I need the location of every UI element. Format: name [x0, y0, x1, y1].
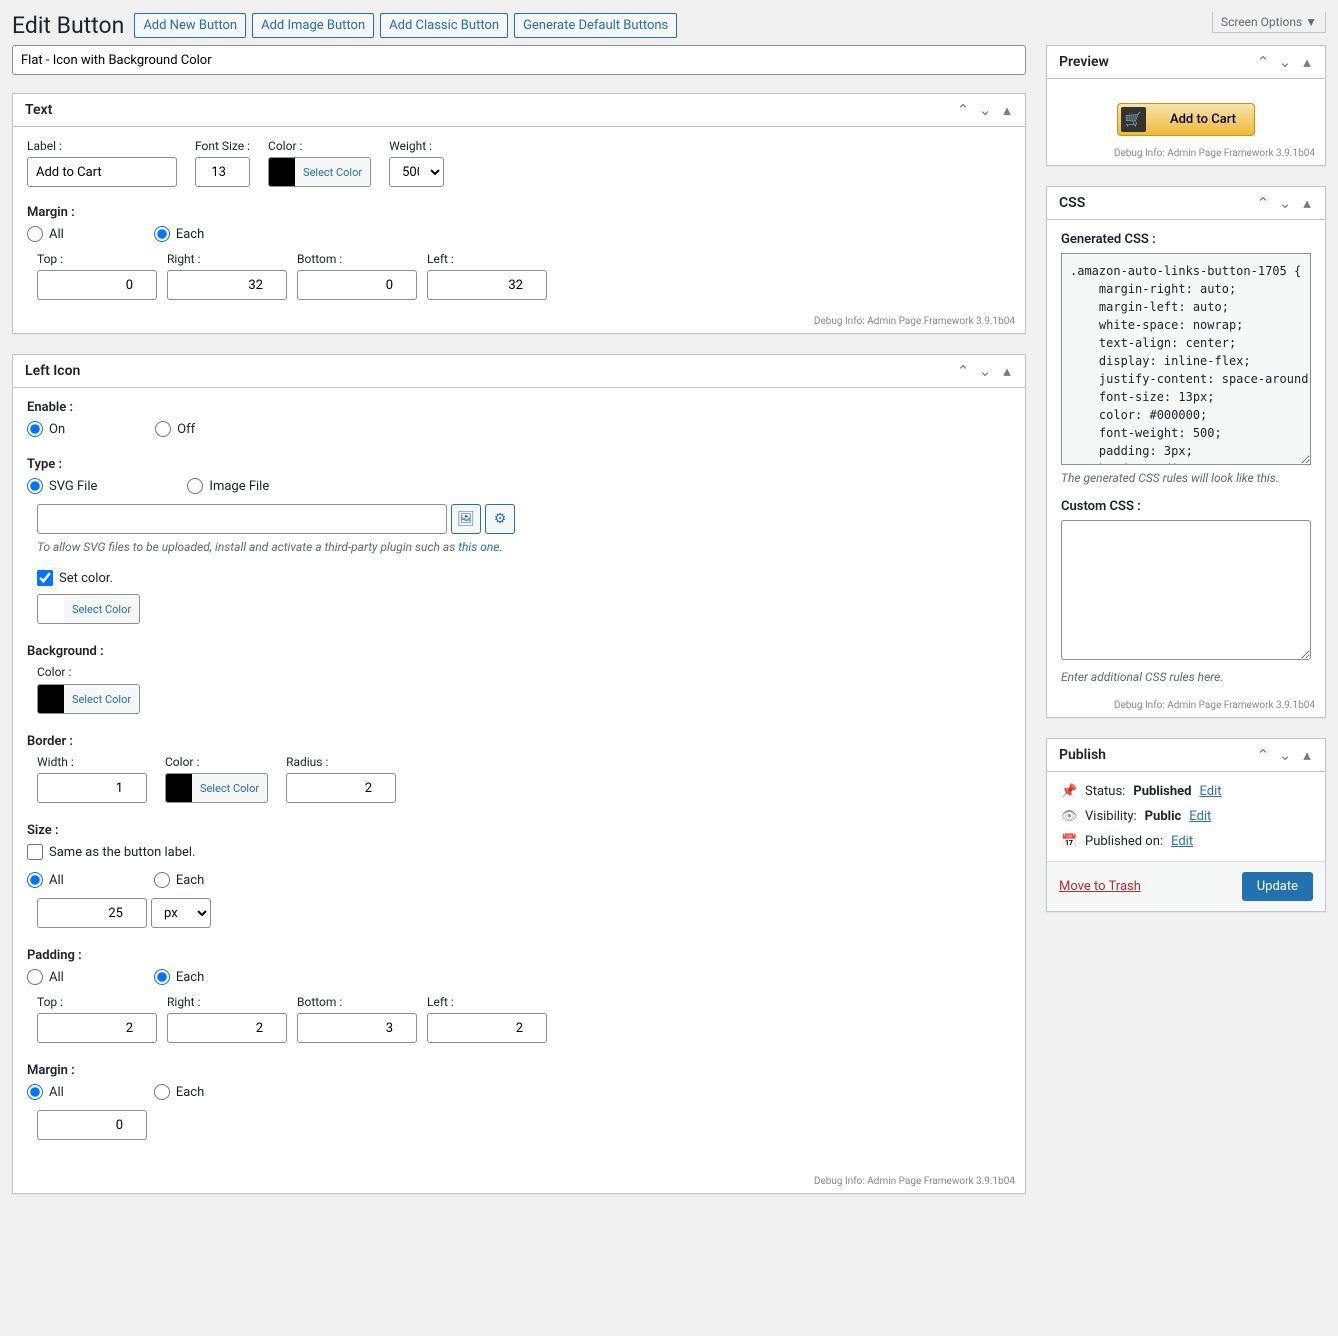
color-swatch-icon — [269, 158, 295, 186]
size-input[interactable] — [37, 898, 147, 928]
size-unit-select[interactable]: px — [151, 898, 211, 928]
pad-right-input[interactable] — [167, 1013, 287, 1043]
left-icon-heading: Left Icon — [13, 355, 92, 387]
toggle-icon[interactable]: ▴ — [1297, 191, 1317, 215]
pad-top-input[interactable] — [37, 1013, 157, 1043]
add-new-button[interactable]: Add New Button — [134, 13, 246, 38]
post-title-input[interactable] — [12, 45, 1026, 75]
padding-each-radio[interactable] — [154, 969, 170, 985]
eye-icon: 👁 — [1061, 809, 1077, 824]
bg-color-picker[interactable]: Select Color — [37, 684, 140, 714]
padding-all-radio[interactable] — [27, 969, 43, 985]
page-title: Edit Button — [12, 12, 124, 39]
icon-margin-all-radio[interactable] — [27, 1084, 43, 1100]
generate-default-buttons[interactable]: Generate Default Buttons — [514, 13, 677, 38]
left-icon-panel: Left Icon ⌃ ⌄ ▴ Enable : On Off Type : — [12, 354, 1026, 1194]
settings-icon[interactable]: ⚙ — [485, 504, 515, 534]
add-classic-button[interactable]: Add Classic Button — [380, 13, 508, 38]
margin-right-input[interactable] — [167, 270, 287, 300]
margin-all-radio[interactable] — [27, 226, 43, 242]
move-up-icon[interactable]: ⌃ — [1253, 191, 1273, 215]
css-heading: CSS — [1047, 187, 1097, 219]
toggle-icon[interactable]: ▴ — [997, 98, 1017, 122]
add-image-button[interactable]: Add Image Button — [252, 13, 374, 38]
type-image-radio[interactable] — [187, 478, 203, 494]
icon-margin-input[interactable] — [37, 1110, 147, 1140]
cart-icon: 🛒 — [1121, 107, 1146, 132]
move-up-icon[interactable]: ⌃ — [953, 359, 973, 383]
move-down-icon[interactable]: ⌄ — [1275, 50, 1295, 74]
color-swatch-icon — [38, 685, 64, 713]
move-down-icon[interactable]: ⌄ — [975, 359, 995, 383]
margin-top-input[interactable] — [37, 270, 157, 300]
text-panel: Text ⌃ ⌄ ▴ Label : Font Size : — [12, 93, 1026, 334]
margin-each-radio[interactable] — [154, 226, 170, 242]
size-all-radio[interactable] — [27, 872, 43, 888]
type-svg-radio[interactable] — [27, 478, 43, 494]
screen-options-toggle[interactable]: Screen Options ▼ — [1212, 12, 1326, 33]
same-as-label-checkbox[interactable] — [27, 844, 43, 860]
edit-visibility-link[interactable]: Edit — [1189, 809, 1211, 824]
border-width-input[interactable] — [37, 773, 147, 803]
border-color-picker[interactable]: Select Color — [165, 773, 268, 803]
preview-button: 🛒 Add to Cart — [1117, 103, 1255, 136]
label-input[interactable] — [27, 157, 177, 187]
media-picker-icon[interactable]: 🖼 — [451, 504, 481, 534]
weight-select[interactable]: 500 — [389, 157, 444, 187]
toggle-icon[interactable]: ▴ — [1297, 743, 1317, 767]
border-radius-input[interactable] — [286, 773, 396, 803]
toggle-icon[interactable]: ▴ — [997, 359, 1017, 383]
icon-color-picker[interactable]: Select Color — [37, 594, 140, 624]
preview-heading: Preview — [1047, 46, 1121, 78]
enable-off-radio[interactable] — [155, 421, 171, 437]
move-down-icon[interactable]: ⌄ — [1275, 743, 1295, 767]
size-each-radio[interactable] — [154, 872, 170, 888]
pad-left-input[interactable] — [427, 1013, 547, 1043]
icon-margin-each-radio[interactable] — [154, 1084, 170, 1100]
margin-left-input[interactable] — [427, 270, 547, 300]
enable-on-radio[interactable] — [27, 421, 43, 437]
custom-css-input[interactable] — [1061, 520, 1311, 660]
move-down-icon[interactable]: ⌄ — [975, 98, 995, 122]
move-up-icon[interactable]: ⌃ — [1253, 743, 1273, 767]
move-up-icon[interactable]: ⌃ — [1253, 50, 1273, 74]
toggle-icon[interactable]: ▴ — [1297, 50, 1317, 74]
text-panel-heading: Text — [13, 94, 64, 126]
margin-bottom-input[interactable] — [297, 270, 417, 300]
move-up-icon[interactable]: ⌃ — [953, 98, 973, 122]
css-panel: CSS ⌃ ⌄ ▴ Generated CSS : .amazon-auto-l… — [1046, 186, 1326, 718]
publish-heading: Publish — [1047, 739, 1118, 771]
edit-status-link[interactable]: Edit — [1199, 784, 1221, 799]
edit-date-link[interactable]: Edit — [1171, 834, 1193, 849]
color-swatch-icon — [38, 595, 64, 623]
update-button[interactable]: Update — [1242, 872, 1313, 901]
move-to-trash-link[interactable]: Move to Trash — [1059, 879, 1141, 894]
svg-file-input[interactable] — [37, 504, 447, 534]
set-color-checkbox[interactable] — [37, 570, 53, 586]
preview-panel: Preview ⌃ ⌄ ▴ 🛒 Add to Cart Debug Info: … — [1046, 45, 1326, 166]
text-color-picker[interactable]: Select Color — [268, 157, 371, 187]
move-down-icon[interactable]: ⌄ — [1275, 191, 1295, 215]
color-swatch-icon — [166, 774, 192, 802]
font-size-input[interactable] — [195, 157, 250, 187]
pin-icon: 📌 — [1061, 784, 1077, 799]
pad-bottom-input[interactable] — [297, 1013, 417, 1043]
generated-css-box[interactable]: .amazon-auto-links-button-1705 { margin-… — [1061, 253, 1311, 465]
calendar-icon: 📅 — [1061, 834, 1077, 849]
publish-panel: Publish ⌃ ⌄ ▴ 📌 Status: Published Edit 👁… — [1046, 738, 1326, 912]
svg-plugin-link[interactable]: this one — [458, 540, 499, 554]
